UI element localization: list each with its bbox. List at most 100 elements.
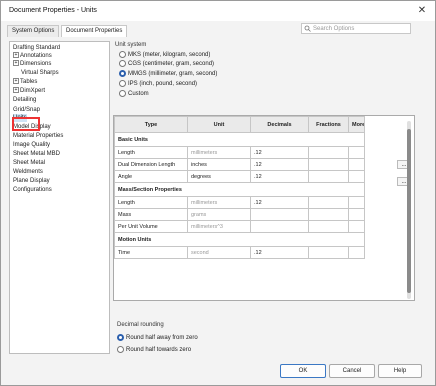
fractions-cell[interactable] [308, 246, 349, 259]
more-cell [348, 208, 365, 221]
ok-button[interactable]: OK [280, 364, 326, 378]
radio-selected-icon[interactable] [119, 70, 126, 77]
column-header-unit[interactable]: Unit [187, 116, 251, 133]
type-cell: Length [114, 196, 188, 209]
type-cell: Angle [114, 170, 188, 183]
unit-cell[interactable]: degrees [187, 170, 251, 183]
tree-item-weldments[interactable]: Weldments [13, 168, 43, 176]
fractions-cell[interactable] [308, 208, 349, 221]
decimal-rounding-title: Decimal rounding [117, 322, 164, 328]
scrollbar-thumb[interactable] [407, 129, 411, 293]
search-options-field[interactable]: Search Options [301, 23, 411, 34]
tree-item-plane-display[interactable]: Plane Display [13, 177, 50, 185]
decimals-cell[interactable]: .12 [250, 170, 309, 183]
type-cell: Length [114, 146, 188, 159]
expand-icon[interactable]: + [13, 78, 19, 85]
decimals-cell[interactable]: .12 [250, 146, 309, 159]
radio-icon[interactable] [119, 90, 126, 97]
type-cell: Dual Dimension Length [114, 158, 188, 171]
expand-icon[interactable]: + [13, 52, 19, 59]
unit-cell[interactable]: millimeters [187, 146, 251, 159]
table-row: Time second .12 [114, 246, 365, 259]
radio-round-half-away[interactable]: Round half away from zero [117, 334, 198, 343]
unit-cell[interactable]: grams [187, 208, 251, 221]
units-highlight-annotation [12, 117, 40, 131]
unit-cell[interactable]: millimeters [187, 196, 251, 209]
window-title: Document Properties - Units [9, 7, 97, 14]
fractions-cell[interactable] [308, 196, 349, 209]
tree-item-drafting-standard[interactable]: Drafting Standard [13, 44, 60, 52]
units-table-container: Type Unit Decimals Fractions More Basic … [113, 115, 415, 301]
type-cell: Per Unit Volume [114, 220, 188, 233]
decimals-cell[interactable]: .12 [250, 196, 309, 209]
table-row: Length millimeters .12 [114, 146, 365, 159]
cancel-button[interactable]: Cancel [329, 364, 375, 378]
decimals-cell[interactable]: .12 [250, 158, 309, 171]
more-cell [348, 196, 365, 209]
tree-item-virtual-sharps[interactable]: Virtual Sharps [21, 69, 59, 77]
radio-ips[interactable]: IPS (inch, pound, second) [119, 80, 197, 89]
fractions-cell[interactable] [308, 220, 349, 233]
tree-item-annotations[interactable]: + Annotations [13, 52, 52, 60]
fractions-cell[interactable] [308, 158, 349, 171]
fractions-cell[interactable] [308, 146, 349, 159]
fractions-cell[interactable] [308, 170, 349, 183]
table-row: Length millimeters .12 [114, 196, 365, 209]
unit-system-title: Unit system [115, 42, 147, 48]
tree-item-image-quality[interactable]: Image Quality [13, 141, 50, 149]
tree-item-detailing[interactable]: Detailing [13, 96, 36, 104]
tree-item-tables[interactable]: + Tables [13, 78, 37, 86]
radio-icon[interactable] [119, 80, 126, 87]
decimal-rounding-group: Decimal rounding Round half away from ze… [113, 320, 413, 358]
help-button[interactable]: Help [378, 364, 422, 378]
radio-selected-icon[interactable] [117, 334, 124, 341]
column-header-more[interactable]: More [348, 116, 365, 133]
type-cell: Time [114, 246, 188, 259]
radio-icon[interactable] [117, 346, 124, 353]
radio-cgs[interactable]: CGS (centimeter, gram, second) [119, 60, 214, 69]
search-icon [304, 25, 311, 34]
more-cell [348, 170, 365, 183]
tree-item-sheet-metal[interactable]: Sheet Metal [13, 159, 45, 167]
decimals-cell[interactable] [250, 208, 309, 221]
section-row-basic: Basic Units [114, 132, 365, 147]
decimals-cell[interactable]: .12 [250, 246, 309, 259]
section-row-motion: Motion Units [114, 232, 365, 247]
properties-tree: Drafting Standard + Annotations + Dimensio… [9, 41, 110, 354]
column-header-fractions[interactable]: Fractions [308, 116, 349, 133]
column-header-decimals[interactable]: Decimals [250, 116, 309, 133]
radio-custom[interactable]: Custom [119, 90, 149, 99]
tree-item-dimxpert[interactable]: + DimXpert [13, 87, 45, 95]
tree-item-grid-snap[interactable]: Grid/Snap [13, 106, 40, 114]
table-row: Angle degrees .12 [114, 170, 365, 183]
tab-document-properties[interactable]: Document Properties [61, 25, 128, 37]
tree-item-dimensions[interactable]: + Dimensions [13, 60, 51, 68]
unit-cell[interactable]: second [187, 246, 251, 259]
expand-icon[interactable]: + [13, 60, 19, 67]
tree-item-configurations[interactable]: Configurations [13, 186, 52, 194]
title-bar: Document Properties - Units ✕ [1, 1, 435, 21]
radio-icon[interactable] [119, 51, 126, 58]
table-row: Mass grams [114, 208, 365, 221]
search-placeholder: Search Options [313, 26, 355, 32]
unit-cell[interactable]: millimeters^3 [187, 220, 251, 233]
more-cell [348, 220, 365, 233]
close-icon[interactable]: ✕ [415, 4, 429, 18]
decimals-cell[interactable] [250, 220, 309, 233]
column-header-type[interactable]: Type [114, 116, 188, 133]
tab-system-options[interactable]: System Options [7, 25, 60, 37]
more-cell [348, 146, 365, 159]
radio-icon[interactable] [119, 60, 126, 67]
type-cell: Mass [114, 208, 188, 221]
radio-mmgs[interactable]: MMGS (millimeter, gram, second) [119, 70, 217, 79]
tree-item-sheet-metal-mbd[interactable]: Sheet Metal MBD [13, 150, 60, 158]
radio-round-half-towards[interactable]: Round half towards zero [117, 346, 191, 355]
table-row: Per Unit Volume millimeters^3 [114, 220, 365, 233]
table-row: Dual Dimension Length inches .12 [114, 158, 365, 171]
table-scrollbar[interactable] [407, 121, 411, 299]
more-cell [348, 158, 365, 171]
expand-icon[interactable]: + [13, 87, 19, 94]
unit-cell[interactable]: inches [187, 158, 251, 171]
tree-item-material-properties[interactable]: Material Properties [13, 132, 63, 140]
radio-mks[interactable]: MKS (meter, kilogram, second) [119, 51, 210, 60]
